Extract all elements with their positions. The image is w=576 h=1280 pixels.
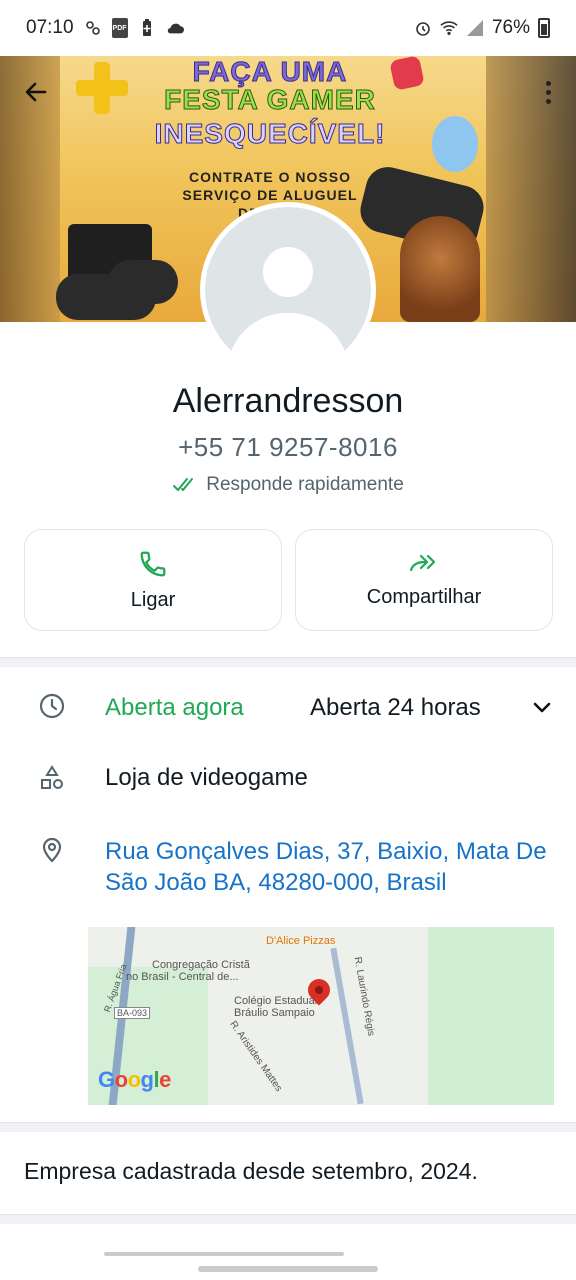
business-name: Alerrandresson: [172, 382, 404, 420]
sync-icon: [85, 21, 100, 35]
map-label-church-1: Congregação Cristã: [152, 959, 250, 971]
gesture-handle[interactable]: [198, 1266, 378, 1272]
controller-image: [108, 260, 178, 304]
default-avatar-icon: [205, 207, 371, 373]
share-button[interactable]: Compartilhar: [295, 529, 553, 631]
business-category: Loja de videogame: [105, 764, 308, 791]
address-line-2: São João BA, 48280-000, Brasil: [105, 869, 447, 896]
more-options-button[interactable]: [536, 74, 560, 110]
avatar[interactable]: [200, 202, 376, 378]
section-divider: [0, 1122, 576, 1132]
battery-saver-icon: [142, 19, 151, 36]
shapes-icon: [41, 765, 63, 789]
back-button[interactable]: [18, 74, 54, 110]
map-label-school-1: Colégio Estadual: [234, 995, 318, 1007]
map-label-street-2: R. Aristides Mattes: [227, 1019, 285, 1094]
responds-quickly-badge: Responde rapidamente: [0, 474, 576, 496]
battery-percent: 76%: [491, 17, 530, 38]
map-label-school-2: Bráulio Sampaio: [234, 1007, 315, 1019]
status-bar: 07:10 PDF 76%: [0, 0, 576, 56]
pdf-icon: PDF: [111, 18, 128, 38]
balloon-image: [432, 116, 478, 172]
address-line-1: Rua Gonçalves Dias, 37, Baixio, Mata De: [105, 838, 547, 865]
section-divider: [0, 1214, 576, 1224]
registered-since-text: Empresa cadastrada desde setembro, 2024.: [24, 1158, 478, 1184]
location-map[interactable]: D'Alice Pizzas Congregação Cristã no Bra…: [88, 927, 554, 1105]
call-label: Ligar: [130, 588, 176, 611]
partially-visible-row: [104, 1246, 364, 1256]
address-link[interactable]: Rua Gonçalves Dias, 37, Baixio, Mata De …: [105, 836, 576, 898]
banner-line-2: FESTA GAMER: [164, 84, 376, 116]
map-green-area: [428, 927, 554, 1105]
clock-icon: [39, 693, 65, 719]
map-label-church-2: no Brasil - Central de...: [126, 971, 239, 983]
address-row[interactable]: Rua Gonçalves Dias, 37, Baixio, Mata De …: [0, 834, 576, 904]
business-hours-row[interactable]: Aberta agora Aberta 24 horas: [0, 688, 576, 732]
map-label-street-1: R. Laurindo Régis: [351, 956, 377, 1037]
donkey-kong-image: [400, 216, 480, 322]
status-time: 07:10: [26, 17, 74, 38]
map-label-road: BA-093: [114, 1007, 151, 1019]
responds-quickly-label: Responde rapidamente: [206, 474, 404, 495]
alarm-icon: [416, 22, 430, 36]
hours-schedule: Aberta 24 horas: [310, 694, 481, 721]
phone-icon: [140, 551, 166, 576]
wifi-icon: [440, 21, 458, 36]
call-button[interactable]: Ligar: [24, 529, 282, 631]
phone-number[interactable]: +55 71 9257-8016: [0, 432, 576, 463]
section-divider: [0, 657, 576, 667]
more-vert-icon: [545, 80, 551, 86]
chevron-down-icon[interactable]: [530, 698, 554, 718]
category-row: Loja de videogame: [0, 758, 576, 802]
open-now-label: Aberta agora: [105, 694, 244, 721]
banner-line-3: INESQUECÍVEL!: [154, 118, 386, 150]
battery-icon: [538, 18, 550, 38]
share-label: Compartilhar: [366, 585, 482, 608]
google-logo: Google: [98, 1067, 171, 1092]
arrow-left-icon: [25, 82, 47, 102]
forward-icon: [409, 554, 436, 571]
cloud-icon: [167, 23, 184, 34]
double-check-icon: [173, 478, 194, 491]
location-pin-icon: [42, 837, 62, 863]
signal-icon: [466, 20, 483, 36]
cover-blur-right: [486, 56, 576, 322]
map-label-pizza: D'Alice Pizzas: [266, 935, 336, 947]
